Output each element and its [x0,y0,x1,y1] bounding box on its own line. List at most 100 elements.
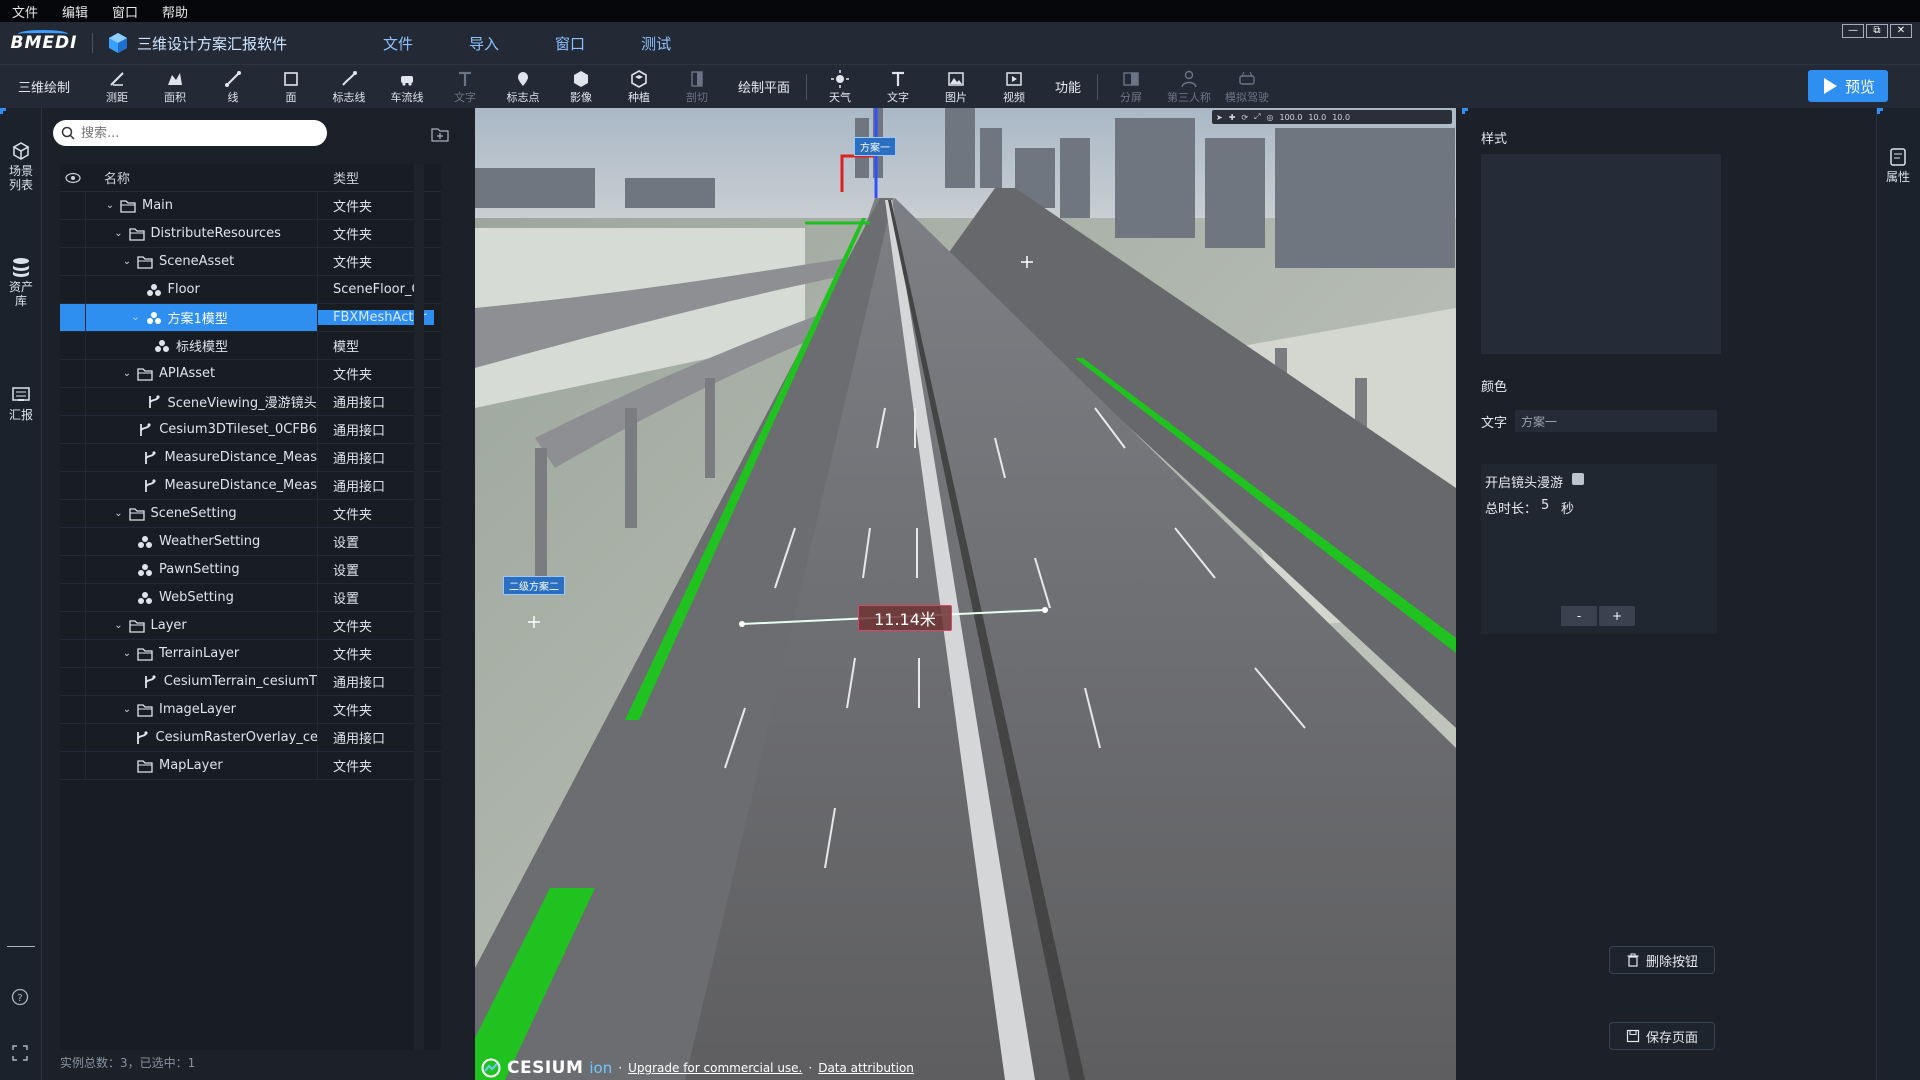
tree-row[interactable]: ⌄ SceneSetting 文件夹 [60,500,441,528]
visibility-toggle[interactable] [60,724,86,751]
tool-image[interactable]: 图片 [927,66,985,108]
visibility-toggle[interactable] [60,332,86,359]
visibility-toggle[interactable] [60,584,86,611]
text-input[interactable] [1515,410,1717,432]
preview-button[interactable]: 预览 [1808,70,1888,102]
tool-ruler[interactable]: 测距 [88,66,146,108]
data-attribution-link[interactable]: Data attribution [818,1061,914,1075]
chevron-down-icon[interactable]: ⌄ [121,704,133,715]
chevron-down-icon[interactable]: ⌄ [113,508,125,519]
column-header-type[interactable]: 类型 [318,168,359,187]
viewport-toolbar[interactable]: ➤ ✚ ⟳ ⤢ ◎ 100.0 10.0 10.0 [1212,110,1452,124]
visibility-toggle[interactable] [60,220,86,247]
move-icon[interactable]: ✚ [1229,113,1236,122]
tree-row[interactable]: ⌄ Layer 文件夹 [60,612,441,640]
visibility-toggle[interactable] [60,752,86,779]
tool-marker-line[interactable]: 标志线 [320,66,378,108]
nav-file[interactable]: 文件 [383,33,413,54]
menu-file[interactable]: 文件 [0,2,50,21]
visibility-toggle[interactable] [60,304,86,331]
chevron-down-icon[interactable]: ⌄ [121,256,133,267]
new-folder-icon[interactable] [431,126,449,142]
scale-icon[interactable]: ⤢ [1254,112,1260,122]
minimize-icon[interactable]: — [1842,24,1864,38]
chevron-down-icon[interactable]: ⌄ [104,200,116,211]
search-input[interactable] [81,125,301,141]
tool-weather[interactable]: 天气 [811,66,869,108]
search-box[interactable] [53,120,327,146]
restore-icon[interactable]: ⧉ [1866,24,1888,38]
style-preview[interactable] [1481,154,1721,354]
tool-split-screen[interactable]: 分屏 [1102,66,1160,108]
chevron-down-icon[interactable]: ⌄ [121,648,133,659]
tree-row[interactable]: ⌄ TerrainLayer 文件夹 [60,640,441,668]
visibility-toggle[interactable] [60,416,86,443]
tool-polygon[interactable]: 面 [262,66,320,108]
visibility-toggle[interactable] [60,360,86,387]
tree-row[interactable]: ⌄ Main 文件夹 [60,192,441,220]
tree-row[interactable]: ⌄ 方案1模型 FBXMeshActor [60,304,441,332]
scrollbar[interactable] [414,164,424,1050]
rotate-snap-value[interactable]: 10.0 [1308,113,1326,122]
visibility-toggle[interactable] [60,444,86,471]
tool-text[interactable]: 文字 [869,66,927,108]
tree-row[interactable]: WeatherSetting 设置 [60,528,441,556]
chevron-down-icon[interactable]: ⌄ [113,228,125,239]
select-icon[interactable]: ➤ [1216,113,1223,122]
tool-line[interactable]: 线 [204,66,262,108]
tree-row[interactable]: ⌄ APIAsset 文件夹 [60,360,441,388]
chevron-down-icon[interactable]: ⌄ [121,368,133,379]
visibility-toggle[interactable] [60,388,86,415]
tree-row[interactable]: MapLayer 文件夹 [60,752,441,780]
visibility-toggle[interactable] [60,192,86,219]
tree-row[interactable]: CesiumRasterOverlay_ce 通用接口 [60,724,441,752]
tree-row[interactable]: MeasureDistance_Meas 通用接口 [60,444,441,472]
tree-row[interactable]: SceneViewing_漫游镜头 通用接口 [60,388,441,416]
chevron-down-icon[interactable]: ⌄ [130,312,142,323]
visibility-toggle[interactable] [60,696,86,723]
nav-import[interactable]: 导入 [469,33,499,54]
scheme-label-a[interactable]: 方案一 [854,137,896,156]
decrement-button[interactable]: - [1561,606,1597,626]
delete-button[interactable]: 删除按钮 [1609,946,1715,974]
visibility-header-icon[interactable] [60,172,86,184]
tree-row[interactable]: PawnSetting 设置 [60,556,441,584]
column-header-name[interactable]: 名称 [86,168,318,187]
visibility-toggle[interactable] [60,528,86,555]
duration-value[interactable]: 5 [1541,498,1549,513]
menu-window[interactable]: 窗口 [100,2,150,21]
increment-button[interactable]: + [1599,606,1635,626]
rail-asset-library[interactable]: 资产库 [0,256,42,308]
menu-help[interactable]: 帮助 [150,2,200,21]
visibility-toggle[interactable] [60,612,86,639]
close-icon[interactable]: ✕ [1890,24,1912,38]
scheme-label-b[interactable]: 二级方案二 [503,576,565,595]
nav-test[interactable]: 测试 [641,33,671,54]
tree-row[interactable]: CesiumTerrain_cesiumT 通用接口 [60,668,441,696]
fullscreen-icon[interactable] [11,1044,29,1062]
tool-person[interactable]: 第三人称 [1160,66,1218,108]
visibility-toggle[interactable] [60,668,86,695]
tree-row[interactable]: ⌄ ImageLayer 文件夹 [60,696,441,724]
tool-section[interactable]: 剖切 [668,66,726,108]
tool-car-flow[interactable]: 车流线 [378,66,436,108]
visibility-toggle[interactable] [60,472,86,499]
grid-snap-value[interactable]: 100.0 [1280,113,1303,122]
rotate-icon[interactable]: ⟳ [1241,113,1248,122]
rail-scene-list[interactable]: 场景列表 [0,140,42,192]
rail-properties[interactable]: 属性 [1877,146,1919,184]
tool-imagery[interactable]: 影像 [552,66,610,108]
save-page-button[interactable]: 保存页面 [1609,1022,1715,1050]
tree-row[interactable]: ⌄ SceneAsset 文件夹 [60,248,441,276]
tree-row[interactable]: Floor SceneFloor_C [60,276,441,304]
tree-row[interactable]: Cesium3DTileset_0CFB6 通用接口 [60,416,441,444]
draw-plane-button[interactable]: 绘制平面 [726,77,802,96]
3d-viewport[interactable]: ➤ ✚ ⟳ ⤢ ◎ 100.0 10.0 10.0 方案一 二级方案二 11.1… [475,108,1456,1080]
tree-row[interactable]: ⌄ DistributeResources 文件夹 [60,220,441,248]
visibility-toggle[interactable] [60,500,86,527]
help-icon[interactable]: ? [11,988,29,1006]
visibility-toggle[interactable] [60,640,86,667]
camera-roam-checkbox[interactable] [1572,473,1584,485]
tree-row[interactable]: MeasureDistance_Meas 通用接口 [60,472,441,500]
tool-pin[interactable]: 标志点 [494,66,552,108]
